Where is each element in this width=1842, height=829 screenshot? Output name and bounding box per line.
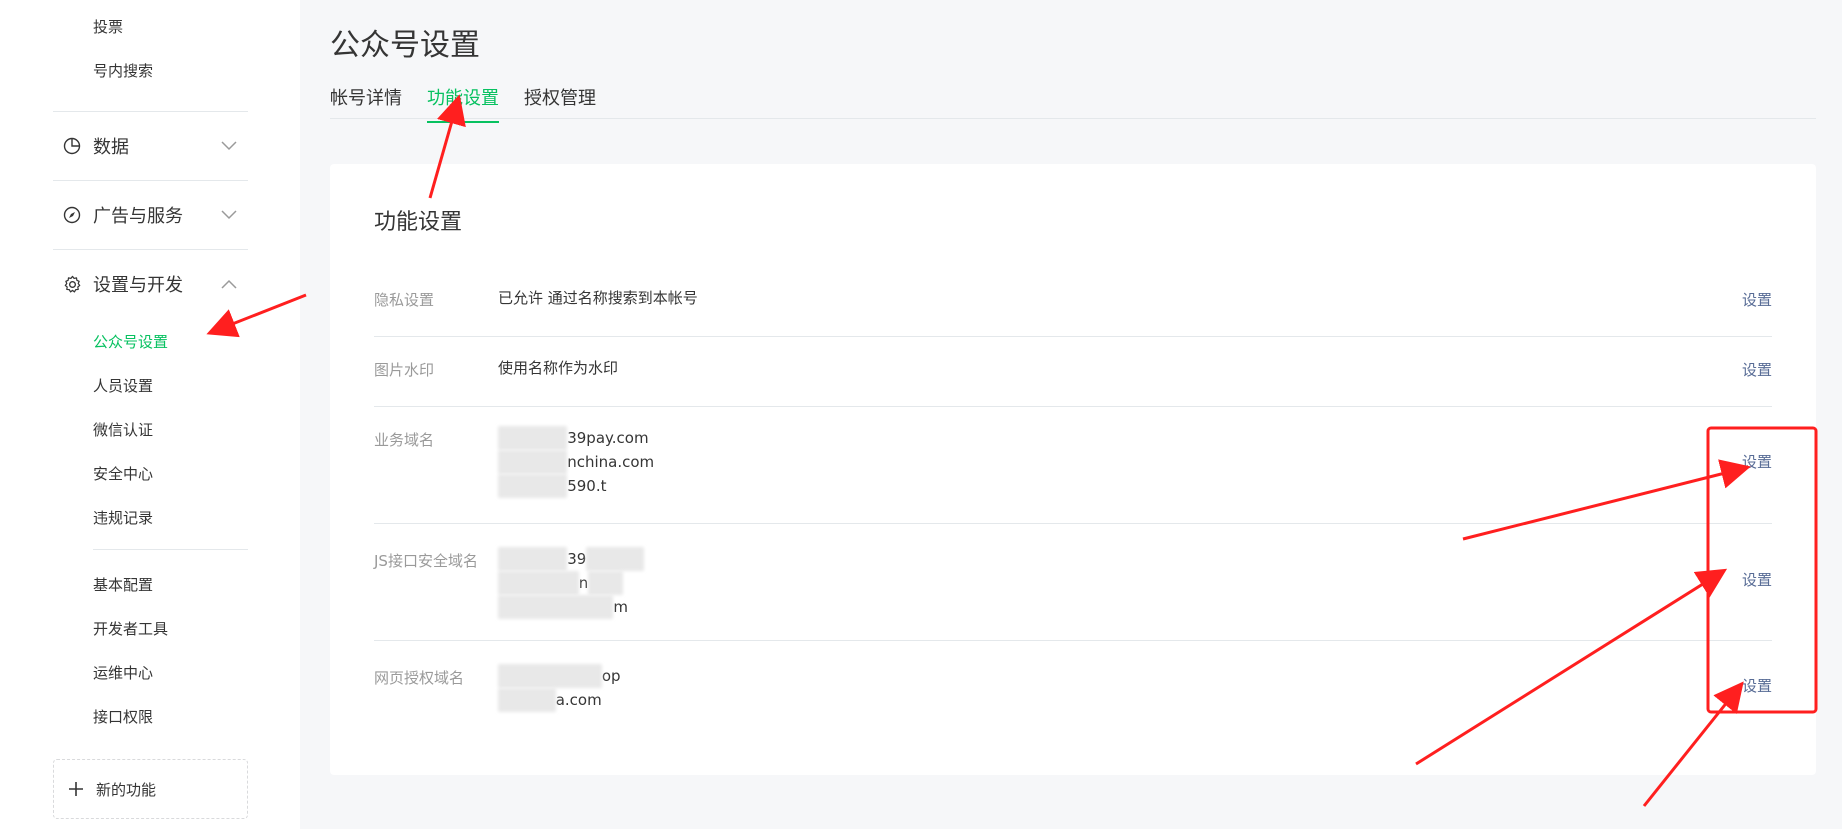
- domain-item: ██████████m: [498, 595, 644, 619]
- sidebar-item-search[interactable]: 号内搜索: [93, 60, 153, 81]
- row-label: 图片水印: [374, 361, 435, 379]
- privacy-set-link[interactable]: 设置: [1742, 289, 1772, 310]
- sidebar-item-security[interactable]: 安全中心: [93, 463, 153, 484]
- domain-list: ██████39pay.com ██████nchina.com ██████5…: [498, 426, 654, 498]
- sidebar-menu-label: 数据: [93, 137, 129, 158]
- sidebar-item-dev-tools[interactable]: 开发者工具: [93, 618, 168, 639]
- sidebar-item-ops-center[interactable]: 运维中心: [93, 662, 153, 683]
- sidebar-divider: [53, 111, 248, 112]
- sidebar-menu-label: 广告与服务: [93, 206, 183, 227]
- sidebar-item-account-settings[interactable]: 公众号设置: [93, 331, 168, 352]
- domain-item: ██████590.t: [498, 474, 654, 498]
- feature-settings-card: 功能设置 隐私设置 已允许 通过名称搜索到本帐号 设置 图片水印 使用名称作为水…: [330, 164, 1816, 775]
- settings-row-oauth-domain: 网页授权域名 █████████op █████a.com 设置: [374, 641, 1772, 751]
- chevron-up-icon: [220, 275, 238, 293]
- row-label: JS接口安全域名: [374, 552, 478, 570]
- row-value: 已允许 通过名称搜索到本帐号: [498, 289, 698, 307]
- domain-item: █████████op: [498, 664, 621, 688]
- domain-item: ███████n███: [498, 571, 644, 595]
- sidebar-menu-settings[interactable]: 设置与开发: [53, 264, 248, 304]
- tab-account-details[interactable]: 帐号详情: [330, 84, 402, 121]
- gear-icon: [62, 274, 82, 294]
- sidebar-divider: [53, 180, 248, 181]
- domain-item: █████a.com: [498, 688, 621, 712]
- sidebar-divider: [93, 549, 248, 550]
- sidebar-divider: [53, 249, 248, 250]
- domain-item: ██████nchina.com: [498, 450, 654, 474]
- plus-icon: [66, 779, 86, 799]
- sidebar-menu-label: 设置与开发: [93, 275, 183, 296]
- sidebar-menu-data[interactable]: 数据: [53, 126, 248, 166]
- sidebar-item-wechat-verify[interactable]: 微信认证: [93, 419, 153, 440]
- settings-row-js-domain: JS接口安全域名 ██████39█████ ███████n███ █████…: [374, 524, 1772, 641]
- business-domain-set-link[interactable]: 设置: [1742, 451, 1772, 472]
- row-label: 隐私设置: [374, 291, 435, 309]
- oauth-domain-set-link[interactable]: 设置: [1742, 675, 1772, 696]
- domain-list: █████████op █████a.com: [498, 664, 621, 712]
- settings-row-watermark: 图片水印 使用名称作为水印 设置: [374, 337, 1772, 407]
- chevron-down-icon: [220, 206, 238, 224]
- new-feature-label: 新的功能: [96, 780, 157, 799]
- chevron-down-icon: [220, 137, 238, 155]
- sidebar-menu-ads[interactable]: 广告与服务: [53, 195, 248, 235]
- row-label: 业务域名: [374, 431, 435, 449]
- domain-item: ██████39pay.com: [498, 426, 654, 450]
- watermark-set-link[interactable]: 设置: [1742, 359, 1772, 380]
- settings-row-business-domain: 业务域名 ██████39pay.com ██████nchina.com ██…: [374, 407, 1772, 524]
- sidebar-item-violations[interactable]: 违规记录: [93, 507, 153, 528]
- js-domain-set-link[interactable]: 设置: [1742, 569, 1772, 590]
- sidebar-item-api-permissions[interactable]: 接口权限: [93, 706, 153, 727]
- row-value: 使用名称作为水印: [498, 359, 619, 377]
- settings-row-privacy: 隐私设置 已允许 通过名称搜索到本帐号 设置: [374, 267, 1772, 337]
- page-title: 公众号设置: [330, 28, 480, 63]
- domain-list: ██████39█████ ███████n███ ██████████m: [498, 547, 644, 619]
- row-label: 网页授权域名: [374, 669, 465, 687]
- new-feature-button[interactable]: 新的功能: [53, 759, 248, 819]
- sidebar-item-staff-settings[interactable]: 人员设置: [93, 375, 153, 396]
- tab-bar: 帐号详情 功能设置 授权管理: [330, 80, 1816, 123]
- compass-icon: [62, 205, 82, 225]
- sidebar: 投票 号内搜索 数据 广告与服务 设置与开发 公众号设置 人员设置 微信认证 安…: [0, 0, 300, 829]
- tab-authorization[interactable]: 授权管理: [524, 84, 596, 121]
- card-title: 功能设置: [374, 210, 463, 235]
- tab-feature-settings[interactable]: 功能设置: [427, 84, 499, 123]
- sidebar-item-basic-config[interactable]: 基本配置: [93, 574, 153, 595]
- domain-item: ██████39█████: [498, 547, 644, 571]
- sidebar-item-vote[interactable]: 投票: [93, 16, 123, 37]
- pie-chart-icon: [62, 136, 82, 156]
